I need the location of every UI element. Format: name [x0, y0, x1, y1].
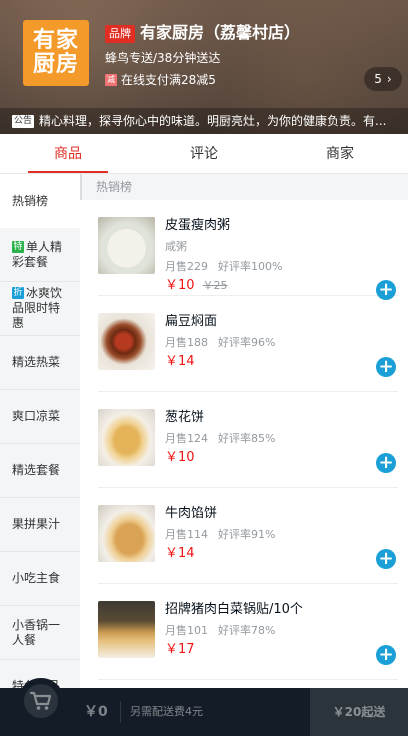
section-title: 热销榜 — [80, 174, 408, 200]
food-price-row: ￥14 — [165, 546, 195, 562]
menu-item-fruit[interactable]: 果拼果汁 — [0, 498, 80, 552]
tab-goods[interactable]: 商品 — [0, 134, 136, 173]
food-price-row: ￥17 — [165, 642, 195, 658]
food-image — [98, 313, 155, 370]
delivery-info: 蜂鸟专送/38分钟送达 — [105, 51, 221, 65]
notice-badge: 公告 — [12, 114, 35, 128]
menu-item-label: 果拼果汁 — [12, 517, 61, 531]
menu-item-label: 小香锅一人餐 — [12, 617, 61, 647]
promo-text: 在线支付满28减5 — [121, 73, 216, 87]
food-price: ￥14 — [165, 354, 195, 369]
food-name: 招牌猪肉白菜锅贴/10个 — [165, 602, 303, 617]
food-sales: 月售188 — [165, 336, 208, 349]
food-stats: 月售188 好评率96% — [165, 336, 275, 350]
plus-icon[interactable]: + — [376, 645, 396, 665]
food-price: ￥10 — [165, 450, 195, 465]
food-item[interactable]: 牛肉馅饼 月售114 好评率91% ￥14 + — [98, 488, 398, 584]
promo-count: 5 — [374, 72, 382, 86]
menu-item-label-wrap: 特单人精彩套餐 — [12, 240, 68, 270]
menu-item-label: 热销榜 — [12, 193, 49, 208]
food-price: ￥14 — [165, 546, 195, 561]
category-menu: 热销榜 特单人精彩套餐 折冰爽饮品限时特惠 精选热菜 爽口凉菜 精选套餐 果拼果… — [0, 174, 80, 688]
food-rating: 好评率96% — [218, 336, 276, 349]
shop-logo-line1: 有家 — [32, 28, 79, 53]
cart-button[interactable] — [18, 678, 64, 724]
food-rating: 好评率85% — [218, 432, 276, 445]
food-price-row: ￥10 — [165, 450, 195, 466]
cart-icon-wrap — [24, 684, 58, 718]
notice-text: 精心料理，探寻你心中的味道。明厨亮灶，为你的健康负责。有... — [39, 114, 387, 128]
food-name: 牛肉馅饼 — [165, 506, 218, 521]
special-tag-icon: 特 — [12, 240, 24, 253]
menu-item-label: 爽口凉菜 — [12, 409, 61, 423]
tab-ratings[interactable]: 评论 — [136, 134, 272, 173]
food-stats: 月售114 好评率91% — [165, 528, 275, 542]
food-sales: 月售114 — [165, 528, 208, 541]
food-rating: 好评率100% — [218, 260, 283, 273]
plus-icon[interactable]: + — [376, 549, 396, 569]
food-price-row: ￥10 ￥25 — [165, 278, 228, 294]
food-sales: 月售124 — [165, 432, 208, 445]
discount-icon: 减 — [105, 74, 117, 86]
min-order-button[interactable]: ￥20起送 — [310, 688, 408, 736]
promo-row[interactable]: 减 在线支付满28减5 — [105, 72, 216, 88]
menu-item-snacks[interactable]: 小吃主食 — [0, 552, 80, 606]
food-price: ￥17 — [165, 642, 195, 657]
notice-bar[interactable]: 公告 精心料理，探寻你心中的味道。明厨亮灶，为你的健康负责。有... — [0, 108, 408, 134]
menu-item-cold-dishes[interactable]: 爽口凉菜 — [0, 390, 80, 444]
promo-count-button[interactable]: 5 › — [364, 67, 402, 91]
menu-item-label: 小吃主食 — [12, 571, 61, 585]
food-image — [98, 409, 155, 466]
food-image — [98, 505, 155, 562]
food-name: 葱花饼 — [165, 410, 205, 425]
food-old-price: ￥25 — [202, 279, 228, 292]
shop-name: 有家厨房（荔馨村店） — [140, 23, 301, 42]
food-list: 热销榜 皮蛋瘦肉粥 咸粥 月售229 好评率100% ￥10 ￥25 + 扁豆焖面 … — [80, 174, 408, 688]
menu-item-set-meals[interactable]: 精选套餐 — [0, 444, 80, 498]
food-item[interactable]: 招牌猪肉白菜锅贴/10个 月售101 好评率78% ￥17 + — [98, 584, 398, 680]
food-image — [98, 601, 155, 658]
food-desc: 咸粥 — [165, 240, 187, 253]
food-item[interactable]: 扁豆焖面 月售188 好评率96% ￥14 + — [98, 296, 398, 392]
food-item[interactable]: 皮蛋瘦肉粥 咸粥 月售229 好评率100% ￥10 ￥25 + — [98, 200, 398, 300]
food-stats: 月售101 好评率78% — [165, 624, 275, 638]
menu-item-hot-dishes[interactable]: 精选热菜 — [0, 336, 80, 390]
menu-item-label: 精选套餐 — [12, 463, 61, 477]
shop-header: 有家 厨房 品牌 有家厨房（荔馨村店） 蜂鸟专送/38分钟送达 减 在线支付满2… — [0, 0, 408, 134]
delivery-fee: 另需配送费4元 — [130, 705, 203, 718]
food-sales: 月售101 — [165, 624, 208, 637]
shop-logo: 有家 厨房 — [23, 20, 89, 86]
food-name: 扁豆焖面 — [165, 314, 218, 329]
tab-bar: 商品 评论 商家 — [0, 134, 408, 174]
cart-bar: ￥0 另需配送费4元 ￥20起送 — [0, 678, 408, 736]
food-rating: 好评率78% — [218, 624, 276, 637]
food-name: 皮蛋瘦肉粥 — [165, 218, 231, 233]
cart-total-price: ￥0 — [84, 701, 121, 723]
shopping-cart-icon — [30, 691, 52, 710]
plus-icon[interactable]: + — [376, 357, 396, 377]
food-stats: 月售229 好评率100% — [165, 260, 282, 274]
food-rating: 好评率91% — [218, 528, 276, 541]
food-stats: 月售124 好评率85% — [165, 432, 275, 446]
menu-item-label-wrap: 折冰爽饮品限时特惠 — [12, 286, 68, 331]
discount-tag-icon: 折 — [12, 287, 24, 299]
tab-seller[interactable]: 商家 — [272, 134, 408, 173]
chevron-right-icon: › — [386, 72, 392, 86]
menu-item-hotpot[interactable]: 小香锅一人餐 — [0, 606, 80, 660]
menu-item-single-set[interactable]: 特单人精彩套餐 — [0, 228, 80, 282]
food-sales: 月售229 — [165, 260, 208, 273]
menu-item-drinks[interactable]: 折冰爽饮品限时特惠 — [0, 282, 80, 336]
shop-logo-line2: 厨房 — [32, 52, 79, 77]
brand-badge: 品牌 — [105, 25, 135, 43]
food-price-row: ￥14 — [165, 354, 195, 370]
menu-item-label: 精选热菜 — [12, 355, 61, 369]
menu-item-hot[interactable]: 热销榜 — [0, 174, 80, 228]
food-item[interactable]: 葱花饼 月售124 好评率85% ￥10 + — [98, 392, 398, 488]
food-image — [98, 217, 155, 274]
plus-icon[interactable]: + — [376, 453, 396, 473]
food-price: ￥10 — [165, 278, 195, 293]
